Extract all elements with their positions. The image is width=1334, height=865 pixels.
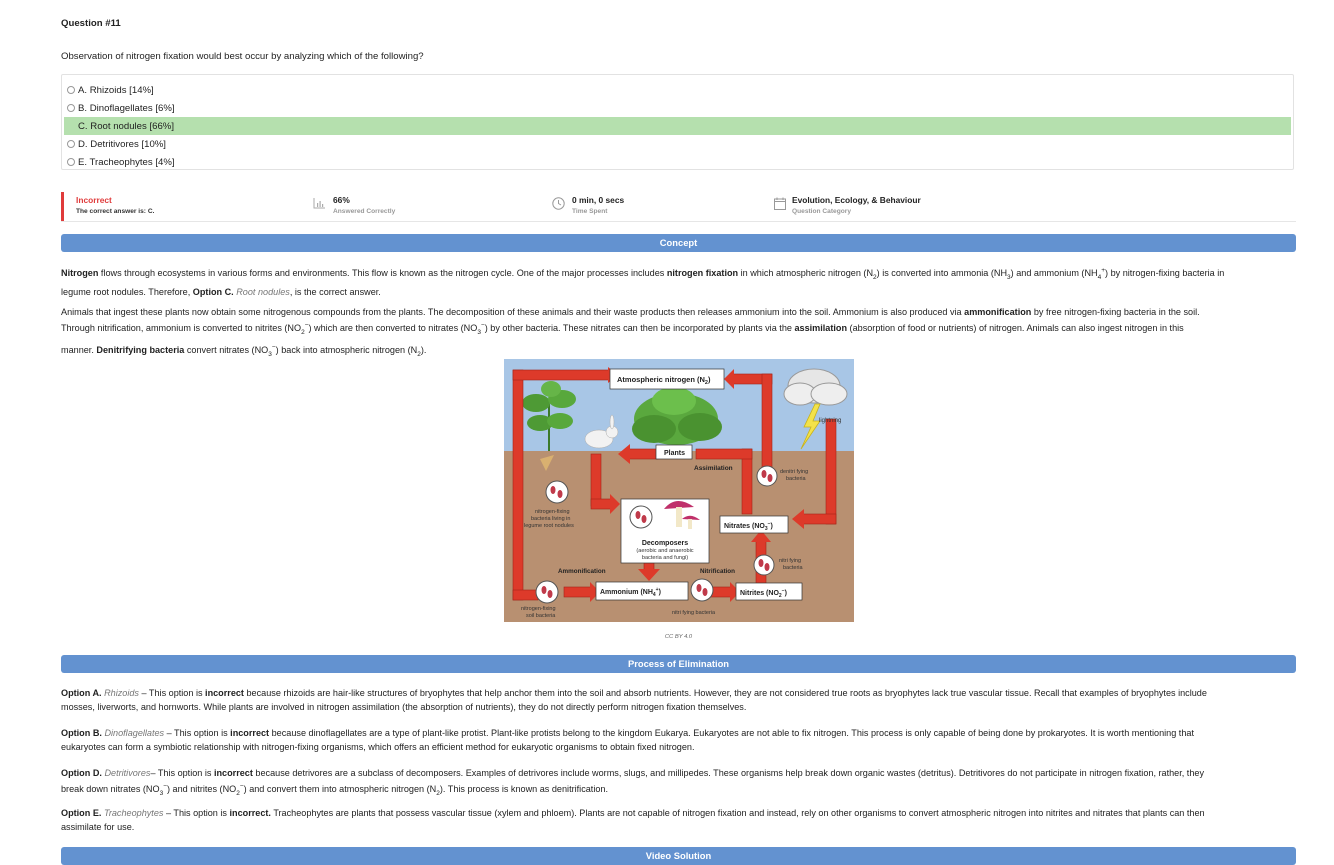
ammonification-label: Ammonification <box>558 568 606 575</box>
concept-paragraph-2: Animals that ingest these plants now obt… <box>61 307 1200 358</box>
option-b[interactable]: B. Dinoflagellates [6%] <box>64 99 1291 117</box>
answer-options: A. Rhizoids [14%] B. Dinoflagellates [6%… <box>61 74 1294 170</box>
result-label: Incorrect <box>76 195 112 205</box>
option-label: B. Dinoflagellates [6%] <box>78 102 175 114</box>
nitrification-label: Nitrification <box>700 568 735 575</box>
elimination-header: Process of Elimination <box>61 655 1296 673</box>
option-e[interactable]: E. Tracheophytes [4%] <box>64 153 1291 171</box>
nitrifying-bacteria-bottom-label: nitri fying bacteria <box>672 610 716 616</box>
bacteria-icon <box>535 580 559 604</box>
concept-paragraph-1: Nitrogen flows through ecosystems in var… <box>61 267 1225 298</box>
bacteria-icon <box>545 480 569 504</box>
time-value: 0 min, 0 secs <box>572 195 625 205</box>
nitrogen-fixing-root-label-2: bacteria living in <box>531 516 570 522</box>
elimination-option-b: Option B. Dinoflagellates – This option … <box>61 728 1194 753</box>
option-d[interactable]: D. Detritivores [10%] <box>64 135 1291 153</box>
denitrifying-label: denitri fying <box>780 469 808 475</box>
bacteria-icon <box>690 578 714 602</box>
radio-button[interactable] <box>67 140 75 148</box>
nitrifying-label: nitri fying <box>779 558 801 564</box>
category-stat: Evolution, Ecology, & Behaviour Question… <box>792 195 921 215</box>
soil-bacteria-label: nitrogen-fixing <box>521 606 556 612</box>
clock-icon <box>552 197 565 210</box>
image-credit: CC BY 4.0 <box>664 634 693 640</box>
time-stat: 0 min, 0 secs Time Spent <box>572 195 624 215</box>
nitrifying-label-2: bacteria <box>783 565 804 571</box>
bacteria-icon <box>753 554 775 576</box>
elimination-option-a: Option A. Rhizoids – This option is inco… <box>61 688 1207 713</box>
denitrifying-label-2: bacteria <box>786 476 807 482</box>
option-c[interactable]: C. Root nodules [66%] <box>64 117 1291 135</box>
incorrect-indicator <box>61 192 64 221</box>
radio-button[interactable] <box>67 86 75 94</box>
nitrogen-cycle-diagram: Atmospheric nitrogen (N2) lightning Plan… <box>504 359 854 622</box>
bacteria-icon <box>629 505 653 529</box>
decomposers-sub-label-2: bacteria and fungi) <box>642 555 688 561</box>
decomposers-sub-label: (aerobic and anaerobic <box>636 548 693 554</box>
plants-label: Plants <box>664 450 685 457</box>
bacteria-icon <box>756 465 778 487</box>
calendar-icon <box>774 197 786 210</box>
option-label: D. Detritivores [10%] <box>78 138 166 150</box>
bar-chart-icon <box>313 198 325 209</box>
elimination-option-d: Option D. Detritivores– This option is i… <box>61 768 1204 798</box>
result-stat: Incorrect The correct answer is: C. <box>76 195 154 215</box>
percent-label: Answered Correctly <box>333 208 396 215</box>
nitrogen-fixing-root-label-3: legume root nodules <box>524 523 574 529</box>
result-stats: Incorrect The correct answer is: C. 66% … <box>61 192 1296 222</box>
option-label: A. Rhizoids [14%] <box>78 84 154 96</box>
elimination-option-e: Option E. Tracheophytes – This option is… <box>61 808 1205 833</box>
question-title: Question #11 <box>61 18 121 29</box>
correct-answer-text: The correct answer is: C. <box>76 208 155 215</box>
concept-header: Concept <box>61 234 1296 252</box>
option-label: C. Root nodules [66%] <box>78 120 174 132</box>
option-a[interactable]: A. Rhizoids [14%] <box>64 81 1291 99</box>
category-label: Question Category <box>792 208 851 215</box>
radio-button[interactable] <box>67 104 75 112</box>
nitrogen-fixing-root-label: nitrogen-fixing <box>535 509 570 515</box>
percent-stat: 66% Answered Correctly <box>333 195 395 215</box>
option-label: E. Tracheophytes [4%] <box>78 156 175 168</box>
question-stem: Observation of nitrogen fixation would b… <box>61 51 424 62</box>
assimilation-label: Assimilation <box>694 465 733 472</box>
soil-bacteria-label-2: soil bacteria <box>526 613 556 619</box>
decomposers-label: Decomposers <box>642 540 688 547</box>
time-label: Time Spent <box>572 208 608 215</box>
percent-value: 66% <box>333 195 350 205</box>
radio-button[interactable] <box>67 158 75 166</box>
video-solution-header[interactable]: Video Solution <box>61 847 1296 865</box>
lightning-label: lightning <box>819 418 841 424</box>
category-value: Evolution, Ecology, & Behaviour <box>792 195 921 205</box>
